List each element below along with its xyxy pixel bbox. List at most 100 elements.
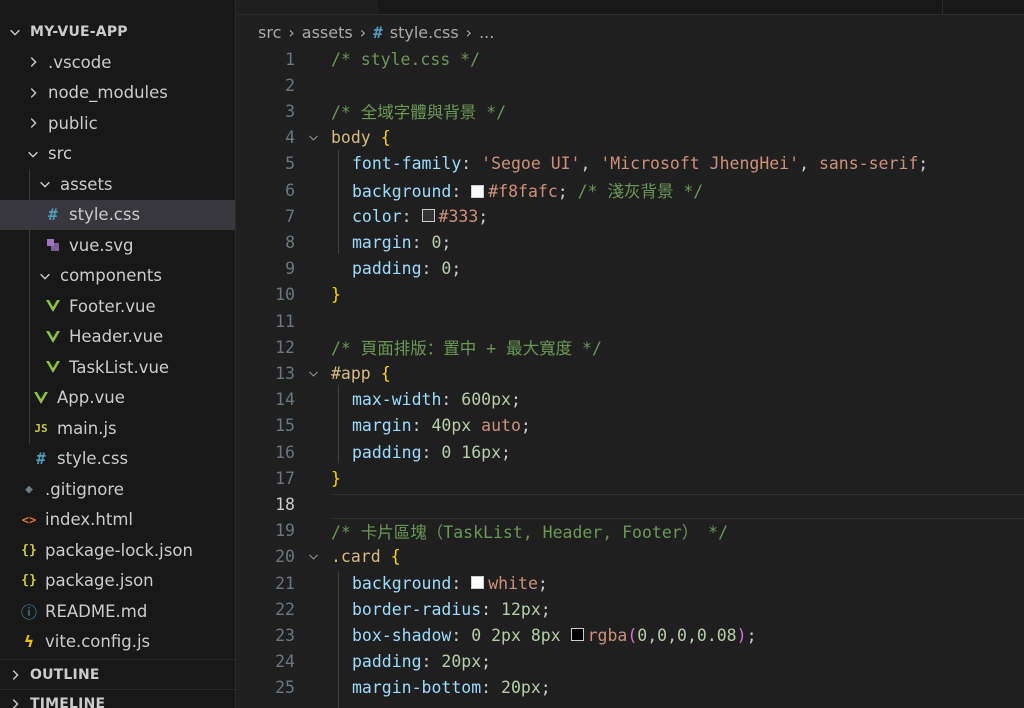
code-token: : xyxy=(411,232,432,252)
line-number[interactable]: 15 xyxy=(236,416,295,435)
tree-item[interactable]: public xyxy=(0,108,235,138)
tab[interactable] xyxy=(766,0,943,14)
folder-toggle[interactable] xyxy=(26,86,48,100)
tree-item[interactable]: Footer.vue xyxy=(0,291,235,321)
color-swatch[interactable] xyxy=(471,576,485,589)
breadcrumb-item-symbols[interactable]: ... xyxy=(479,23,494,42)
section-divider xyxy=(0,659,235,660)
line-number[interactable]: 2 xyxy=(236,76,295,95)
tab[interactable] xyxy=(590,0,767,14)
tree-item[interactable]: # style.css xyxy=(0,444,235,474)
folder-toggle[interactable] xyxy=(26,147,48,161)
line-number[interactable]: 24 xyxy=(236,652,295,671)
tree-item[interactable]: # style.css xyxy=(0,199,235,230)
line-number[interactable]: 5 xyxy=(236,154,295,173)
folder-toggle[interactable] xyxy=(26,55,48,69)
line-number[interactable]: 19 xyxy=(236,521,295,540)
chevron-right-icon xyxy=(30,57,37,67)
tree-item[interactable]: components xyxy=(0,261,235,291)
tree-item[interactable]: vue.svg xyxy=(0,230,235,260)
line-number[interactable]: 18 xyxy=(236,495,295,514)
folder-toggle[interactable] xyxy=(38,269,60,283)
tree-item[interactable]: node_modules xyxy=(0,78,235,108)
tab[interactable] xyxy=(378,0,591,14)
chevron-right-icon xyxy=(12,670,19,680)
line-number[interactable]: 9 xyxy=(236,259,295,278)
line-number[interactable]: 7 xyxy=(236,207,295,226)
tab-active[interactable] xyxy=(236,0,379,14)
code-token: padding xyxy=(352,652,422,672)
code-token: margin-bottom xyxy=(352,678,482,698)
line-number[interactable]: 22 xyxy=(236,600,295,619)
chevron-down-icon xyxy=(40,181,50,188)
line-number[interactable]: 13 xyxy=(236,364,295,383)
line-number[interactable]: 17 xyxy=(236,469,295,488)
line-number[interactable]: 25 xyxy=(236,678,295,697)
line-number[interactable]: 4 xyxy=(236,128,295,147)
line-number[interactable]: 8 xyxy=(236,233,295,252)
line-number[interactable]: 10 xyxy=(236,285,295,304)
timeline-section-header[interactable]: TIMELINE xyxy=(0,692,235,708)
tree-item[interactable]: JS main.js xyxy=(0,413,235,443)
code-editor[interactable]: 1/* style.css */2 3/* 全域字體與背景 */4 body {5 f… xyxy=(236,46,1024,708)
code-line: 11 xyxy=(236,308,1024,334)
tree-item[interactable]: ϟ vite.config.js xyxy=(0,627,235,657)
breadcrumb-item-assets[interactable]: assets xyxy=(302,23,353,42)
fold-chevron-down-icon[interactable] xyxy=(295,367,331,380)
tree-item-label: src xyxy=(48,144,73,163)
tree-item[interactable]: ⓘ README.md xyxy=(0,596,235,626)
tree-item[interactable]: assets xyxy=(0,169,235,199)
tree-item[interactable]: {} package-lock.json xyxy=(0,535,235,565)
breadcrumb-item-src[interactable]: src xyxy=(258,23,281,42)
outline-section-header[interactable]: OUTLINE xyxy=(0,663,235,687)
code-content: box-shadow: 0 2px 8px rgba(0,0,0,0.08); xyxy=(331,626,757,645)
line-number[interactable]: 12 xyxy=(236,338,295,357)
code-token: 20px xyxy=(501,678,541,698)
breadcrumb-item-file[interactable]: style.css xyxy=(390,23,459,42)
tree-item[interactable]: TaskList.vue xyxy=(0,352,235,382)
color-swatch[interactable] xyxy=(570,628,584,642)
code-token: } xyxy=(331,468,341,488)
line-number[interactable]: 16 xyxy=(236,443,295,462)
tree-item[interactable]: App.vue xyxy=(0,383,235,413)
line-number[interactable]: 20 xyxy=(236,547,295,566)
color-swatch[interactable] xyxy=(421,209,435,223)
fold-chevron-down-icon[interactable] xyxy=(295,131,331,144)
code-token: #333 xyxy=(438,206,479,226)
code-token: ) xyxy=(736,625,747,645)
vue-file-icon xyxy=(45,329,61,345)
chevron-down-icon xyxy=(10,29,20,36)
line-number[interactable]: 21 xyxy=(236,574,295,593)
line-number[interactable]: 11 xyxy=(236,312,295,331)
tree-item[interactable]: <> index.html xyxy=(0,505,235,535)
folder-toggle[interactable] xyxy=(26,116,48,130)
code-token: padding xyxy=(352,259,422,279)
code-token: ; xyxy=(746,625,757,645)
line-number[interactable]: 14 xyxy=(236,390,295,409)
tree-item[interactable]: {} package.json xyxy=(0,566,235,596)
tree-item[interactable]: Header.vue xyxy=(0,322,235,352)
editor-tab-strip xyxy=(236,0,1024,15)
fold-chevron-down-icon[interactable] xyxy=(295,550,331,563)
tree-item-label: Header.vue xyxy=(69,327,164,346)
code-token: { xyxy=(380,128,391,148)
code-token: ; xyxy=(478,206,489,226)
color-swatch[interactable] xyxy=(471,184,485,198)
chevron-right-icon xyxy=(12,699,19,708)
tree-item[interactable]: src xyxy=(0,139,235,169)
tree-item[interactable]: ◆ .gitignore xyxy=(0,474,235,504)
code-content: color: #333; xyxy=(331,207,488,226)
code-line: 2 xyxy=(236,72,1024,98)
tree-item[interactable]: .vscode xyxy=(0,47,235,77)
folder-toggle[interactable] xyxy=(38,177,60,191)
line-number[interactable]: 6 xyxy=(236,181,295,200)
explorer-project-header[interactable]: MY-VUE-APP xyxy=(0,20,235,44)
css-file-icon: # xyxy=(48,205,58,224)
chevron-right-icon xyxy=(30,118,37,128)
line-number[interactable]: 23 xyxy=(236,626,295,645)
line-number[interactable]: 3 xyxy=(236,102,295,121)
svg-file-icon xyxy=(45,237,61,253)
line-number[interactable]: 1 xyxy=(236,50,295,69)
